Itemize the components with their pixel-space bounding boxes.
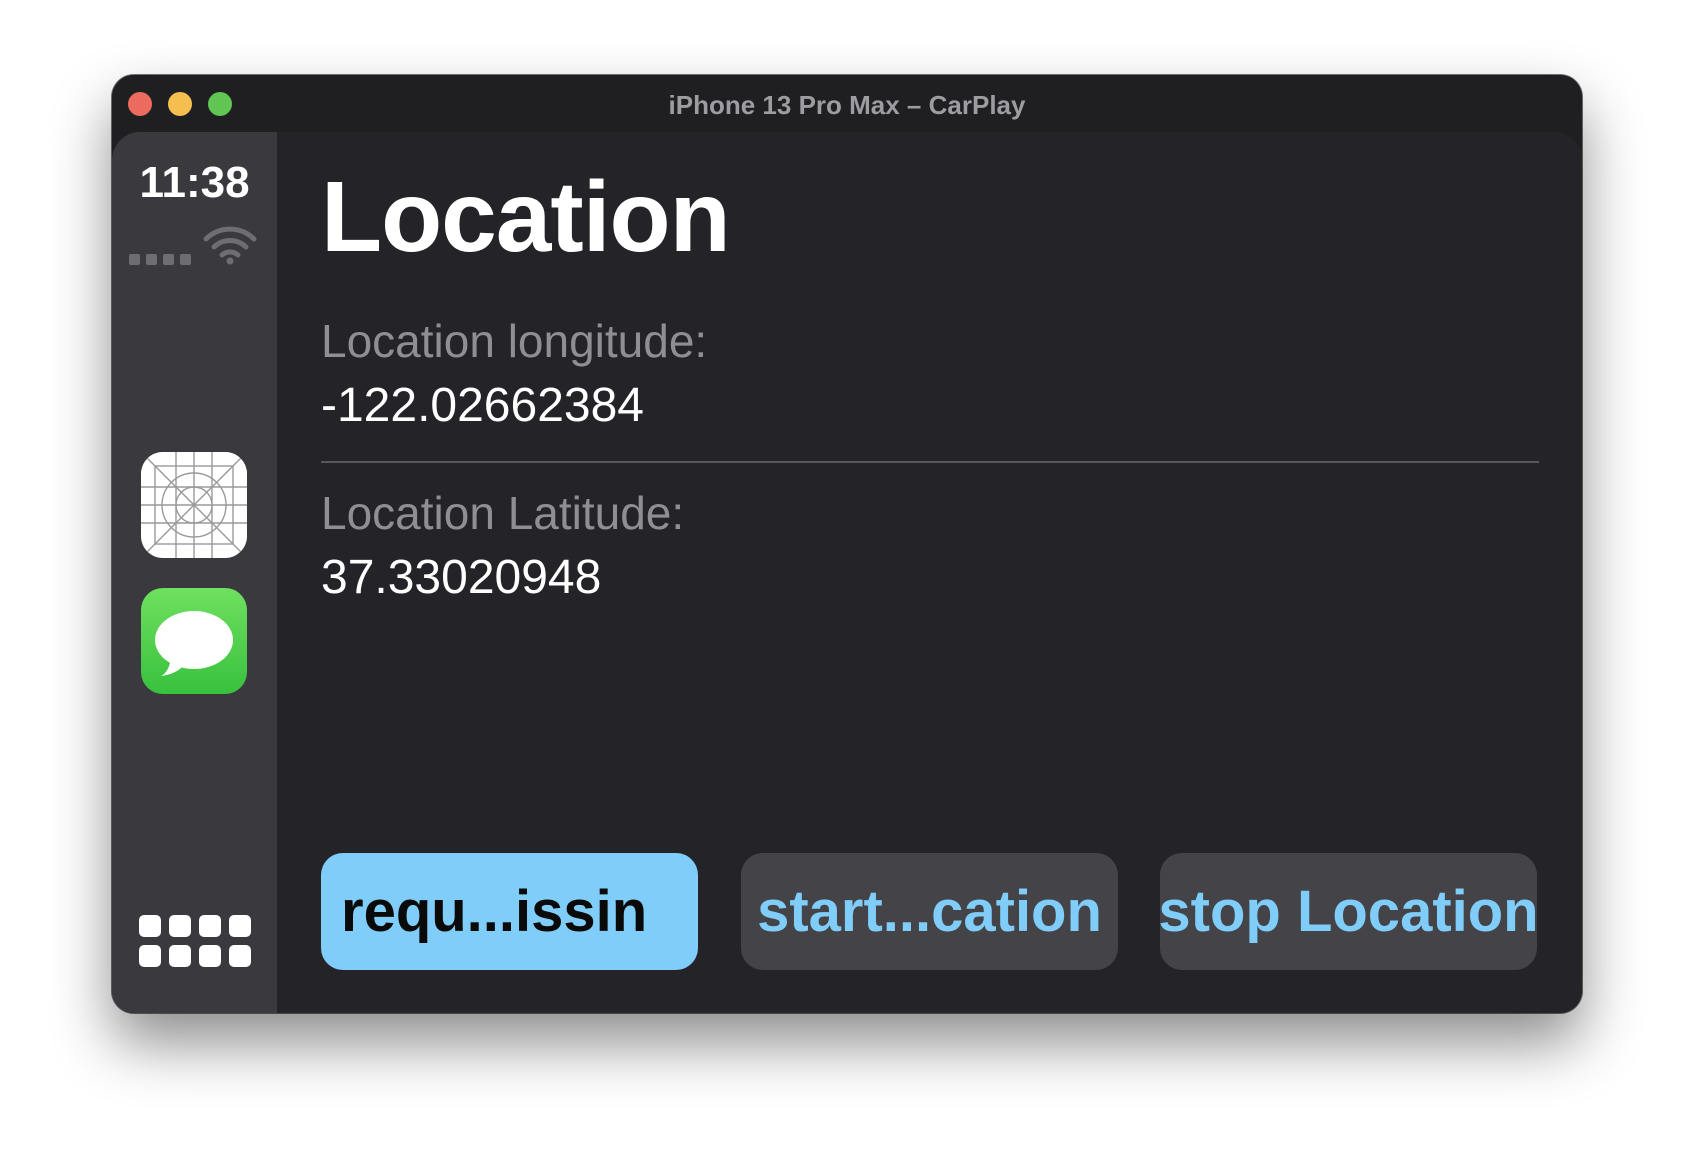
app-placeholder-icon[interactable]	[141, 452, 247, 558]
carplay-dashboard-sidebar: 11:38	[112, 132, 277, 1013]
stop-location-button[interactable]: stop Location	[1160, 853, 1537, 970]
cellular-signal-icon	[129, 254, 191, 265]
window-title: iPhone 13 Pro Max – CarPlay	[668, 90, 1026, 120]
title-bar[interactable]: iPhone 13 Pro Max – CarPlay	[112, 75, 1582, 132]
latitude-label: Location Latitude:	[321, 487, 685, 539]
page-title: Location	[321, 161, 731, 273]
app-grid-icon[interactable]	[139, 915, 251, 971]
longitude-label: Location longitude:	[321, 315, 708, 367]
start-location-button[interactable]: start...cation	[741, 853, 1118, 970]
messages-icon[interactable]	[141, 588, 247, 694]
status-clock: 11:38	[139, 158, 250, 207]
latitude-value: 37.33020948	[321, 551, 602, 604]
simulator-window: iPhone 13 Pro Max – CarPlay 11:38 Locati…	[112, 75, 1582, 1013]
divider	[321, 461, 1539, 463]
carplay-screen: 11:38 Location Location longitude: -122.…	[112, 132, 1582, 1013]
request-permission-button[interactable]: requ...issin	[321, 853, 698, 970]
location-template: Location Location longitude: -122.026623…	[277, 132, 1582, 1013]
wifi-icon	[203, 226, 257, 265]
longitude-value: -122.02662384	[321, 379, 644, 432]
